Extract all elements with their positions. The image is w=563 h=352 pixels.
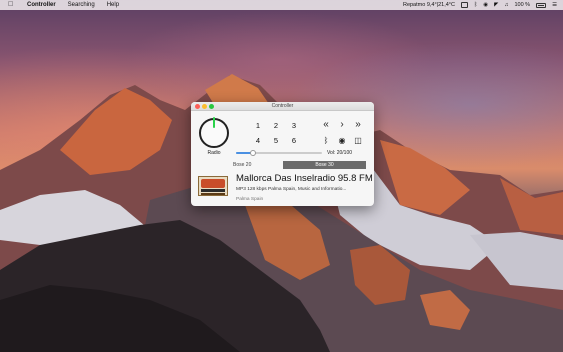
weather-status-text[interactable]: Repatmo 9,4°|21,4°C	[403, 2, 455, 8]
preset-5-button[interactable]: 5	[270, 136, 282, 146]
volume-slider-thumb[interactable]	[250, 150, 257, 156]
bluetooth-icon[interactable]: ᛒ	[320, 135, 332, 147]
volume-slider[interactable]	[236, 150, 322, 156]
screen-icon[interactable]	[460, 2, 468, 8]
radio-label: Radio	[207, 150, 221, 156]
radio-power-knob[interactable]	[199, 117, 229, 148]
menu-app-name[interactable]: Controller	[27, 2, 56, 8]
station-name: Mallorca Das Inselradio 95.8 FM	[236, 173, 373, 184]
station-logo	[198, 176, 228, 196]
window-title: Controller	[271, 103, 294, 109]
volume-menu-icon[interactable]: ♫	[504, 2, 508, 8]
menu-bar:  Controller Searching Help Repatmo 9,4°…	[0, 0, 563, 10]
menu-extra-icon[interactable]: ☰	[552, 2, 557, 8]
preset-3-button[interactable]: 3	[288, 121, 300, 131]
radio-menu-icon[interactable]: ◉	[483, 2, 488, 8]
station-location: Palma Spain	[236, 197, 264, 202]
preset-4-button[interactable]: 4	[252, 136, 264, 146]
next-button[interactable]: ›	[336, 119, 348, 131]
fast-forward-button[interactable]: »	[352, 119, 364, 131]
airplay-icon[interactable]: ◉	[336, 135, 348, 147]
menu-searching[interactable]: Searching	[68, 2, 95, 8]
rewind-button[interactable]: «	[320, 119, 332, 131]
preset-1-button[interactable]: 1	[252, 121, 264, 131]
station-meta: MP3 128 kbps Palma Spain, Music and Info…	[236, 187, 347, 192]
status-area: Repatmo 9,4°|21,4°C ᛒ ◉ ◤ ♫ 100 % ☰	[403, 0, 557, 10]
bluetooth-icon[interactable]: ᛒ	[474, 2, 477, 8]
apple-icon[interactable]: 	[8, 0, 15, 10]
bose-device-left[interactable]: Bose 20	[233, 162, 251, 168]
preset-6-button[interactable]: 6	[288, 136, 300, 146]
controller-window: Controller Radio 1 2 3 4 5 6 « › » ᛒ ◉ ◫…	[191, 102, 374, 206]
speaker-device-icon[interactable]: ◫	[352, 135, 364, 147]
wifi-icon[interactable]: ◤	[494, 2, 498, 8]
preset-2-button[interactable]: 2	[270, 121, 282, 131]
volume-label: Vol: 20/100	[327, 150, 353, 156]
knob-pointer-icon	[213, 117, 215, 128]
battery-percent[interactable]: 100 %	[514, 2, 530, 8]
bose-device-right[interactable]: Bose 30	[283, 161, 366, 169]
title-bar[interactable]: Controller	[191, 102, 374, 111]
battery-icon[interactable]	[536, 2, 547, 8]
menu-help[interactable]: Help	[107, 2, 119, 8]
